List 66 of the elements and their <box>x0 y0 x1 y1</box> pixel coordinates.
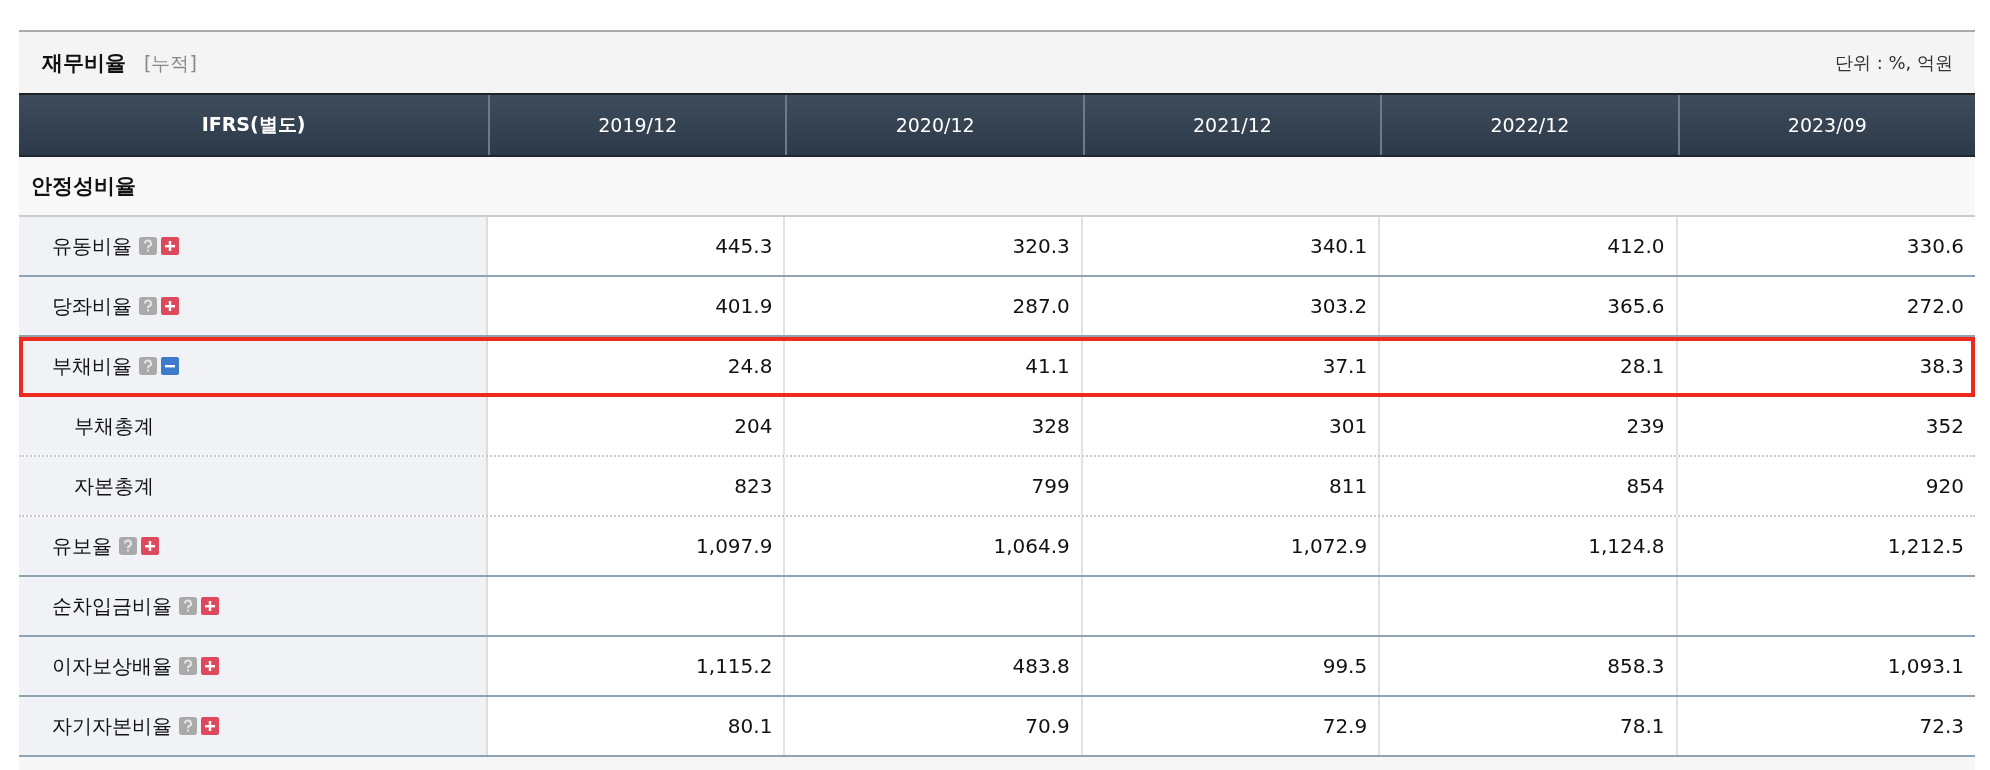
value-cell: 858.3 <box>1380 637 1678 695</box>
value-cell: 412.0 <box>1380 217 1678 275</box>
value-cell-text: 330.6 <box>1905 233 1965 260</box>
value-cell: 37.1 <box>1082 337 1381 395</box>
value-cell: 854 <box>1380 457 1678 515</box>
value-cell: 1,097.9 <box>488 517 786 575</box>
value-cell: 301 <box>1082 397 1381 455</box>
row-label: 순차입금비율 <box>52 592 172 620</box>
row-label: 자본총계 <box>74 472 154 500</box>
value-cell-text: 1,093.1 <box>1886 653 1965 680</box>
value-cell: 320.3 <box>785 217 1083 275</box>
column-header: IFRS(별도) <box>200 112 307 137</box>
row-label: 부채비율 <box>52 352 132 380</box>
value-cell: 1,124.8 <box>1380 517 1678 575</box>
value-cell: 303.2 <box>1082 277 1381 335</box>
table-title: 재무비율 <box>42 49 126 77</box>
expand-icon[interactable] <box>161 237 179 255</box>
value-cell: 1,064.9 <box>785 517 1083 575</box>
collapse-icon[interactable] <box>161 357 179 375</box>
row-label: 자기자본비율 <box>52 712 172 740</box>
value-cell: 1,072.9 <box>1082 517 1381 575</box>
value-cell: 78.1 <box>1380 697 1678 755</box>
value-cell-text: 352 <box>1924 413 1965 440</box>
value-cell: 80.1 <box>488 697 786 755</box>
value-cell: 239 <box>1380 397 1678 455</box>
row-label: 당좌비율 <box>52 292 132 320</box>
expand-icon[interactable] <box>141 537 159 555</box>
expand-icon[interactable] <box>201 657 219 675</box>
value-cell: 340.1 <box>1082 217 1381 275</box>
value-cell: 1,115.2 <box>488 637 786 695</box>
value-cell: 823 <box>488 457 786 515</box>
row-label: 부채총계 <box>74 412 154 440</box>
expand-icon[interactable] <box>161 297 179 315</box>
value-cell: 70.9 <box>785 697 1083 755</box>
expand-icon[interactable] <box>201 597 219 615</box>
value-cell-text: 920 <box>1924 473 1965 500</box>
value-cell: 24.8 <box>488 337 786 395</box>
expand-icon[interactable] <box>201 717 219 735</box>
row-label: 유보율 <box>52 532 112 560</box>
column-header: 2022/12 <box>1380 95 1678 155</box>
title-note: [누적] <box>144 50 197 76</box>
column-header: 2023/09 <box>1677 95 1975 155</box>
value-cell: 72.9 <box>1082 697 1381 755</box>
value-cell-text: 38.3 <box>1918 353 1965 380</box>
value-cell-text: 72.3 <box>1918 713 1965 740</box>
value-cell: 328 <box>785 397 1083 455</box>
value-cell: 811 <box>1082 457 1381 515</box>
value-cell: 483.8 <box>785 637 1083 695</box>
section-label: 안정성비율 <box>31 173 136 200</box>
value-cell: 204 <box>488 397 786 455</box>
value-cell-text: 1,212.5 <box>1886 533 1965 560</box>
value-cell: 799 <box>785 457 1083 515</box>
column-header: 2019/12 <box>488 95 786 155</box>
value-cell: 287.0 <box>785 277 1083 335</box>
value-cell: 41.1 <box>785 337 1083 395</box>
value-cell: 401.9 <box>488 277 786 335</box>
unit-label: 단위 : %, 억원 <box>1834 50 1953 75</box>
value-cell: 28.1 <box>1380 337 1678 395</box>
row-label: 이자보상배율 <box>52 652 172 680</box>
value-cell: 445.3 <box>488 217 786 275</box>
column-header: 2020/12 <box>785 95 1083 155</box>
column-header: 2021/12 <box>1082 95 1381 155</box>
value-cell-text: 272.0 <box>1905 293 1965 320</box>
value-cell: 365.6 <box>1380 277 1678 335</box>
row-label: 유동비율 <box>52 232 132 260</box>
value-cell: 99.5 <box>1082 637 1381 695</box>
